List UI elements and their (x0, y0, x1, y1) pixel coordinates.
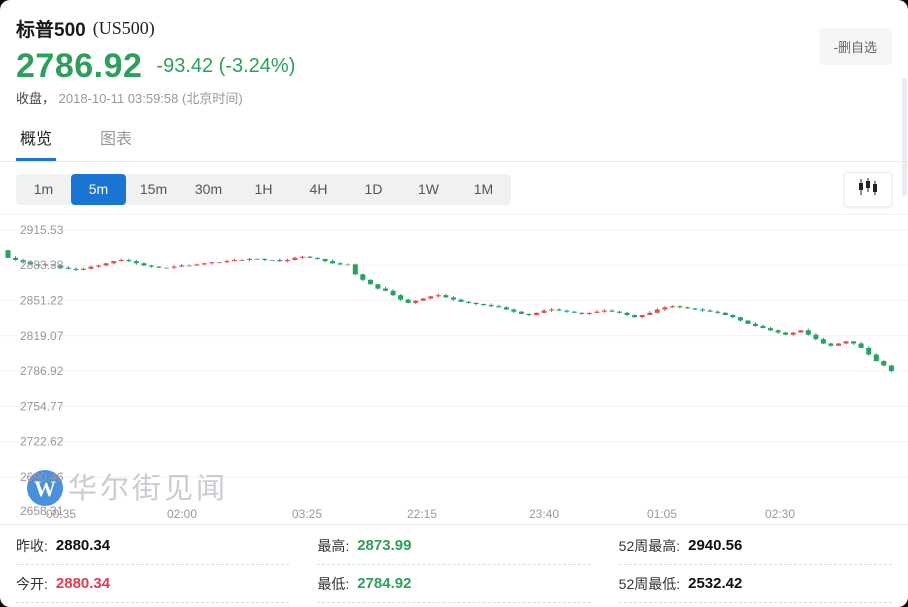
svg-text:02:30: 02:30 (765, 507, 795, 521)
svg-text:2915.53: 2915.53 (20, 223, 64, 237)
quote-meta: 收盘， 2018-10-11 03:59:58 (北京时间) (16, 88, 892, 107)
interval-30m[interactable]: 30m (181, 174, 236, 205)
stat-52w-high-value: 2940.56 (688, 537, 742, 554)
stat-low-label: 最低: (317, 574, 349, 594)
stat-52w-high: 52周最高: 2940.56 (619, 527, 892, 565)
svg-text:01:05: 01:05 (647, 507, 677, 521)
stat-prev-close-value: 2880.34 (56, 537, 110, 554)
instrument-symbol: (US500) (93, 18, 155, 39)
svg-text:03:25: 03:25 (292, 507, 322, 521)
stat-52w-low-value: 2532.42 (688, 575, 742, 592)
market-status: 收盘， (16, 91, 55, 106)
chart-type-button[interactable] (844, 172, 892, 207)
stat-prev-close: 昨收: 2880.34 (16, 527, 289, 565)
interval-1D[interactable]: 1D (346, 174, 401, 205)
svg-text:2690.46: 2690.46 (20, 470, 64, 484)
stat-52w-low: 52周最低: 2532.42 (619, 565, 892, 603)
stats-grid: 昨收: 2880.34 今开: 2880.34 最高: 2873.99 最低: 2784.92… (0, 524, 908, 607)
svg-text:2722.62: 2722.62 (20, 435, 64, 449)
stat-high-label: 最高: (317, 536, 349, 556)
stat-high: 最高: 2873.99 (317, 527, 590, 565)
svg-text:2786.92: 2786.92 (20, 364, 64, 378)
stat-low-value: 2784.92 (357, 575, 411, 592)
svg-text:2883.38: 2883.38 (20, 258, 64, 272)
scrollbar-thumb[interactable] (902, 78, 907, 196)
last-price: 2786.92 (16, 47, 142, 86)
interval-row: 1m5m15m30m1H4H1D1W1M (0, 162, 908, 214)
candlestick-icon (857, 178, 879, 201)
interval-button-group: 1m5m15m30m1H4H1D1W1M (16, 174, 511, 205)
stat-52w-low-label: 52周最低: (619, 574, 680, 594)
candlestick-chart: W华尔街见闻2915.532883.382851.222819.072786.9… (0, 215, 908, 525)
svg-text:23:40: 23:40 (529, 507, 559, 521)
svg-text:2754.77: 2754.77 (20, 399, 64, 413)
svg-text:00:35: 00:35 (46, 507, 76, 521)
interval-1W[interactable]: 1W (401, 174, 456, 205)
tab-bar: 概览 图表 (0, 118, 908, 162)
chart-section: W华尔街见闻2915.532883.382851.222819.072786.9… (0, 214, 908, 524)
instrument-name: 标普500 (16, 15, 86, 42)
tab-overview[interactable]: 概览 (16, 125, 56, 161)
quote-card: 标普500 (US500) -删自选 2786.92 -93.42 (-3.24… (0, 0, 908, 607)
quote-timezone: (北京时间) (182, 91, 243, 106)
interval-1m[interactable]: 1m (16, 174, 71, 205)
stat-open-label: 今开: (16, 574, 48, 594)
interval-5m[interactable]: 5m (71, 174, 126, 205)
remove-watchlist-button[interactable]: -删自选 (819, 28, 892, 65)
svg-text:2851.22: 2851.22 (20, 293, 64, 307)
svg-text:华尔街见闻: 华尔街见闻 (68, 472, 228, 505)
quote-datetime: 2018-10-11 03:59:58 (59, 91, 179, 106)
interval-1H[interactable]: 1H (236, 174, 291, 205)
stat-open: 今开: 2880.34 (16, 565, 289, 603)
stat-low: 最低: 2784.92 (317, 565, 590, 603)
interval-15m[interactable]: 15m (126, 174, 181, 205)
interval-4H[interactable]: 4H (291, 174, 346, 205)
svg-text:2819.07: 2819.07 (20, 329, 64, 343)
interval-1M[interactable]: 1M (456, 174, 511, 205)
quote-header: 标普500 (US500) -删自选 2786.92 -93.42 (-3.24… (0, 0, 908, 118)
svg-text:22:15: 22:15 (407, 507, 437, 521)
tab-chart[interactable]: 图表 (96, 125, 136, 161)
price-row: 2786.92 -93.42 (-3.24%) (16, 44, 892, 88)
price-change: -93.42 (-3.24%) (156, 55, 295, 78)
svg-text:02:00: 02:00 (167, 507, 197, 521)
stat-prev-close-label: 昨收: (16, 536, 48, 556)
stat-open-value: 2880.34 (56, 575, 110, 592)
stat-52w-high-label: 52周最高: (619, 536, 680, 556)
stat-high-value: 2873.99 (357, 537, 411, 554)
title-row: 标普500 (US500) (16, 14, 892, 42)
